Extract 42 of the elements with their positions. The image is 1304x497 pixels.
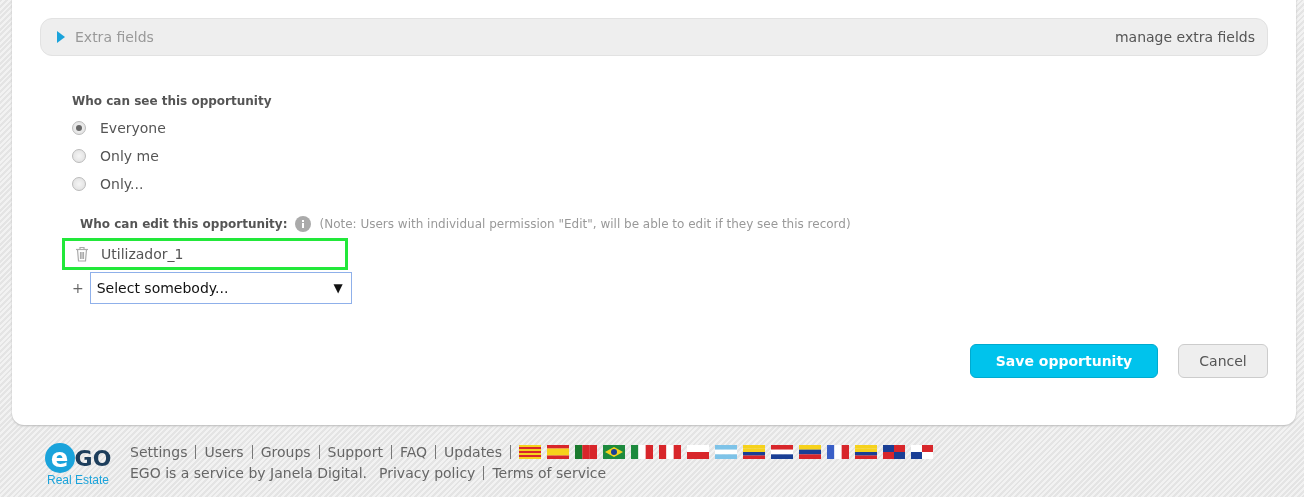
visibility-title: Who can see this opportunity	[72, 94, 273, 108]
footer-link[interactable]: Privacy policy	[379, 465, 476, 481]
flag-icon[interactable]	[547, 445, 570, 459]
permission-note: (Note: Users with individual permission "Edit", will be able to edit if they see this record)	[319, 217, 851, 231]
flag-icon[interactable]	[855, 445, 878, 459]
footer-link[interactable]: Groups	[260, 444, 311, 460]
flag-icon[interactable]	[883, 445, 906, 459]
extra-fields-bar[interactable]: Extra fields manage extra fields	[40, 18, 1268, 56]
footer-link[interactable]: Users	[204, 444, 244, 460]
editors-title: Who can edit this opportunity:	[80, 217, 288, 231]
service-text: EGO is a service by Janela Digital.	[130, 465, 367, 481]
flag-icon[interactable]	[771, 445, 794, 459]
cancel-button[interactable]: Cancel	[1178, 344, 1268, 378]
flag-icon[interactable]	[827, 445, 850, 459]
manage-extra-fields-link[interactable]: manage extra fields	[1114, 29, 1255, 45]
flag-icon[interactable]	[743, 445, 766, 459]
flag-icon[interactable]	[687, 445, 710, 459]
radio-label: Only me	[100, 148, 159, 164]
logo-subtitle: Real Estate	[46, 473, 109, 487]
user-name: Utilizador_1	[101, 246, 184, 262]
flag-icon[interactable]	[631, 445, 654, 459]
extra-fields-label: Extra fields	[75, 29, 154, 45]
footer-link[interactable]: Support	[327, 444, 383, 460]
flag-icon[interactable]	[519, 445, 542, 459]
flag-icon[interactable]	[659, 445, 682, 459]
flag-icon[interactable]	[603, 445, 626, 459]
logo-mark: e	[44, 443, 75, 473]
radio-button[interactable]	[72, 121, 86, 135]
add-icon[interactable]: +	[72, 280, 84, 296]
radio-button[interactable]	[72, 177, 86, 191]
flag-icon[interactable]	[575, 445, 598, 459]
footer-link[interactable]: FAQ	[399, 444, 428, 460]
footer-link[interactable]: Terms of service	[492, 465, 607, 481]
flag-icon[interactable]	[911, 445, 934, 459]
radio-button[interactable]	[72, 149, 86, 163]
flag-icon[interactable]	[799, 445, 822, 459]
radio-label: Everyone	[100, 120, 166, 136]
footer-link[interactable]: Settings	[130, 444, 188, 460]
footer-link[interactable]: Updates	[444, 444, 503, 460]
logo-word: GO	[74, 445, 112, 471]
radio-label: Only...	[100, 176, 144, 192]
person-select[interactable]: Select somebody... ▼	[89, 272, 352, 304]
